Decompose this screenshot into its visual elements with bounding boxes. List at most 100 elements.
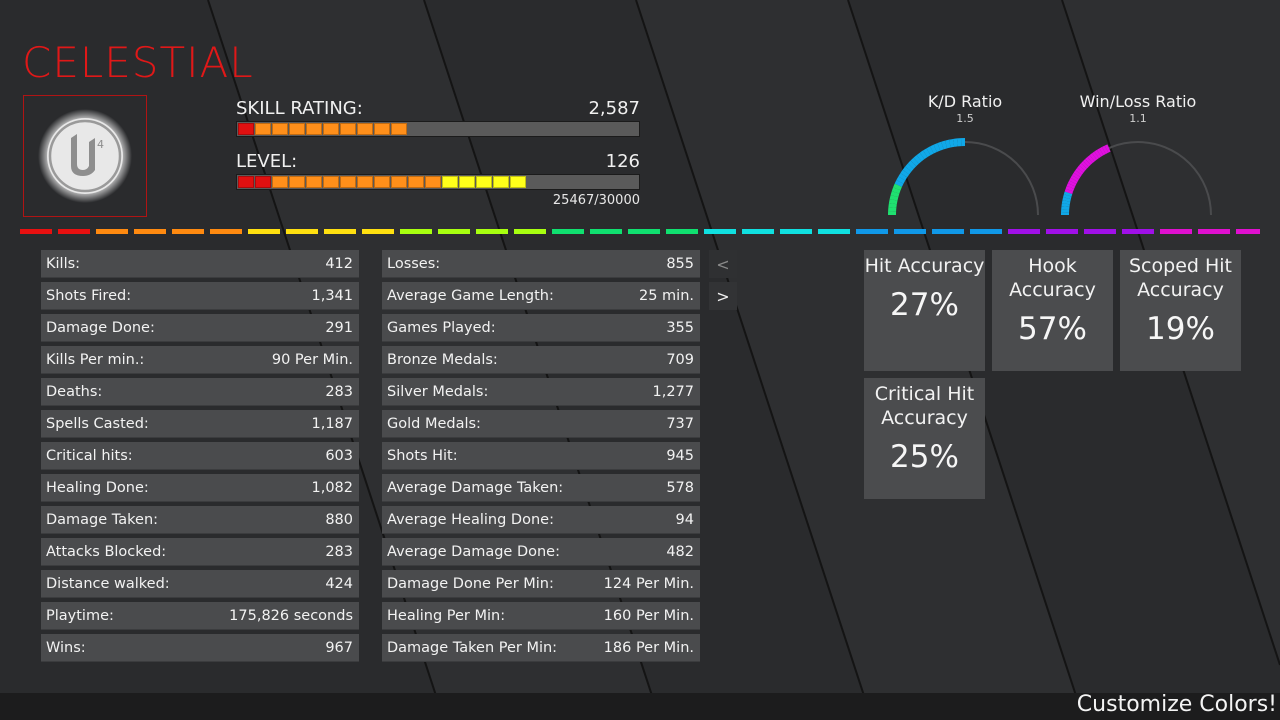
stat-row: Damage Done Per Min: 124 Per Min.	[382, 570, 700, 598]
gauge-fill	[1069, 177, 1078, 185]
skill-rating-segment	[391, 123, 407, 135]
stat-value: 482	[666, 543, 694, 560]
stat-value: 175,826 seconds	[229, 607, 353, 624]
rainbow-dash	[286, 229, 318, 234]
rainbow-dash	[1122, 229, 1154, 234]
win-loss-ratio-gauge: Win/Loss Ratio 1.1	[1058, 92, 1218, 219]
stat-label: Damage Taken:	[46, 511, 159, 528]
next-page-button[interactable]: >	[709, 282, 737, 310]
skill-rating-segment	[476, 123, 492, 135]
skill-rating-segment	[459, 123, 475, 135]
level-segment	[272, 176, 288, 188]
stat-label: Distance walked:	[46, 575, 170, 592]
skill-rating-block: SKILL RATING: 2,587	[236, 97, 640, 137]
unreal-engine-logo-icon: 4	[38, 109, 132, 203]
stat-row: Silver Medals: 1,277	[382, 378, 700, 406]
gauge-fill	[910, 157, 919, 167]
gauge-fill	[1077, 165, 1086, 173]
gauge-fill	[1087, 155, 1095, 164]
skill-rating-segment	[238, 123, 254, 135]
level-segment	[255, 176, 271, 188]
level-segment	[374, 176, 390, 188]
level-segment	[306, 176, 322, 188]
rainbow-dash	[58, 229, 90, 234]
stat-label: Attacks Blocked:	[46, 543, 167, 560]
kd-ratio-arc	[888, 138, 1039, 216]
gauge-fill	[1104, 144, 1111, 153]
gauge-fill	[937, 141, 944, 151]
gauge-fill	[1089, 153, 1097, 162]
stat-label: Losses:	[387, 255, 441, 272]
gauge-fill	[926, 146, 934, 156]
gauge-fill	[896, 176, 906, 184]
win-loss-ratio-arc	[1061, 141, 1212, 216]
gauge-fill	[1070, 175, 1079, 182]
stat-value: 1,082	[311, 479, 353, 496]
stat-row: Average Damage Taken: 578	[382, 474, 700, 502]
rainbow-dash	[96, 229, 128, 234]
stat-value: 25 min.	[638, 287, 694, 304]
stat-row: Average Damage Done: 482	[382, 538, 700, 566]
level-segment	[442, 176, 458, 188]
stat-row: Kills: 412	[41, 250, 359, 278]
gauge-track	[891, 141, 1039, 216]
stat-label: Damage Taken Per Min:	[387, 639, 558, 656]
gauge-fill	[900, 169, 910, 178]
stat-row: Gold Medals: 737	[382, 410, 700, 438]
stat-value: 967	[325, 639, 353, 656]
stat-value: 424	[325, 575, 353, 592]
customize-colors-button[interactable]: Customize Colors!	[1077, 692, 1277, 717]
rainbow-dash	[1084, 229, 1116, 234]
level-segment	[561, 176, 577, 188]
stat-value: 283	[325, 383, 353, 400]
stat-value: 1,187	[311, 415, 353, 432]
gauge-fill	[948, 138, 955, 148]
stats-left-column: Kills: 412 Shots Fired: 1,341 Damage Done: 29…	[41, 250, 359, 666]
stat-row: Playtime: 175,826 seconds	[41, 602, 359, 630]
stat-row: Average Game Length: 25 min.	[382, 282, 700, 310]
stat-row: Healing Done: 1,082	[41, 474, 359, 502]
stat-value: 90 Per Min.	[271, 351, 353, 368]
gauge-fill	[913, 155, 922, 164]
rainbow-dash	[1008, 229, 1040, 234]
prev-page-button[interactable]: <	[709, 250, 737, 278]
hit-accuracy-card: Hit Accuracy 27%	[864, 250, 985, 371]
stat-label: Average Damage Done:	[387, 543, 560, 560]
rainbow-dash	[362, 229, 394, 234]
rainbow-dash	[248, 229, 280, 234]
rainbow-dash	[1198, 229, 1230, 234]
critical-hit-accuracy-card: Critical Hit Accuracy 25%	[864, 378, 985, 499]
stat-value: 412	[325, 255, 353, 272]
level-block: LEVEL: 126 25467/30000	[236, 150, 640, 208]
stat-row: Damage Done: 291	[41, 314, 359, 342]
critical-hit-accuracy-value: 25%	[890, 439, 959, 475]
level-segment	[238, 176, 254, 188]
stat-label: Average Healing Done:	[387, 511, 554, 528]
gauge-fill	[1082, 159, 1091, 167]
gauge-fill	[1085, 157, 1093, 165]
stat-value: 709	[666, 351, 694, 368]
skill-rating-bar	[236, 121, 640, 137]
gauge-fill	[916, 152, 925, 162]
stat-row: Kills Per min.: 90 Per Min.	[41, 346, 359, 374]
kd-ratio-value: 1.5	[956, 112, 974, 125]
level-segment	[527, 176, 543, 188]
level-segment	[544, 176, 560, 188]
stat-row: Bronze Medals: 709	[382, 346, 700, 374]
level-segment	[425, 176, 441, 188]
stat-value: 578	[666, 479, 694, 496]
kd-ratio-title: K/D Ratio	[927, 92, 1003, 111]
stat-row: Shots Hit: 945	[382, 442, 700, 470]
stat-value: 283	[325, 543, 353, 560]
rainbow-dash	[970, 229, 1002, 234]
stat-label: Kills Per min.:	[46, 351, 145, 368]
level-value: 126	[605, 151, 640, 172]
stat-label: Average Damage Taken:	[387, 479, 564, 496]
stat-value: 603	[325, 447, 353, 464]
stat-label: Shots Fired:	[46, 287, 132, 304]
level-segment	[289, 176, 305, 188]
hook-accuracy-label: Hook Accuracy	[1009, 255, 1096, 301]
stat-label: Games Played:	[387, 319, 496, 336]
rainbow-dash	[438, 229, 470, 234]
stat-label: Average Game Length:	[387, 287, 554, 304]
